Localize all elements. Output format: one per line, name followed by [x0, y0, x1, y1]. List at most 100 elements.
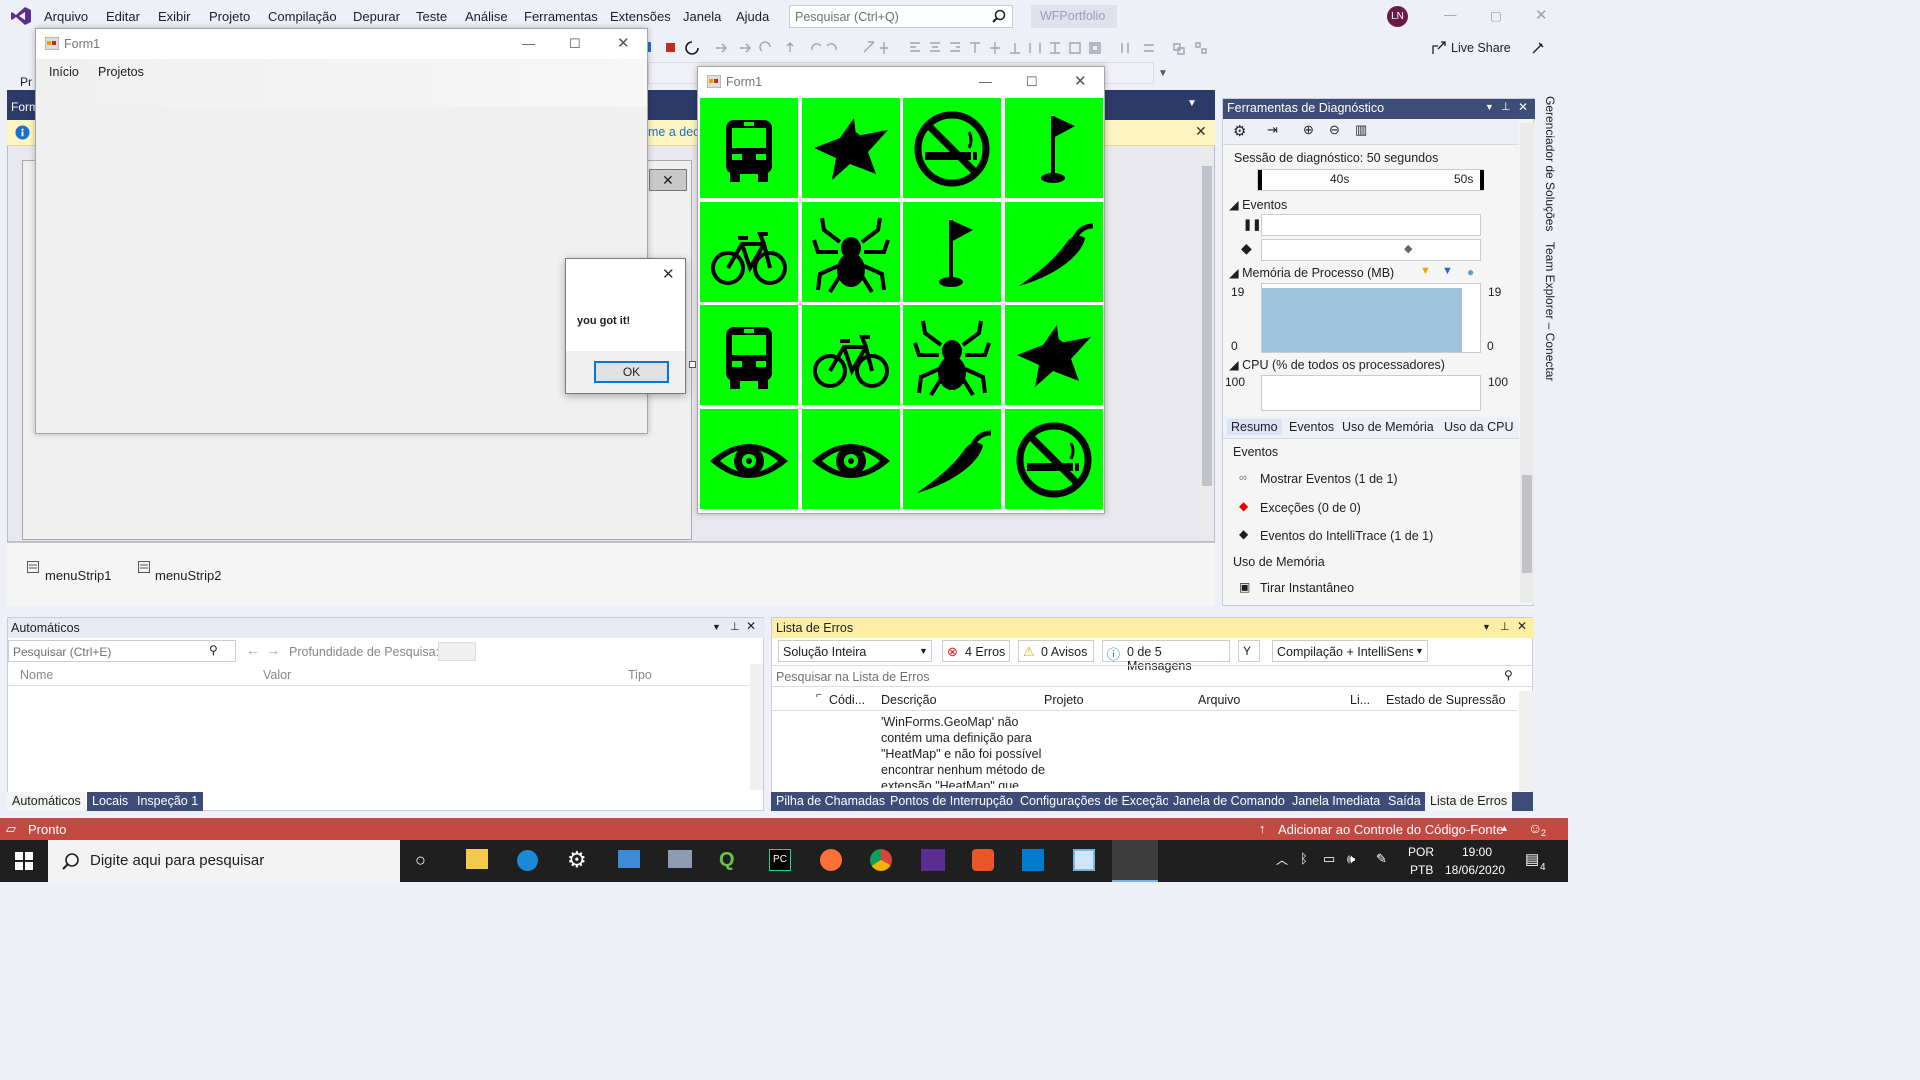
- game-card-3-2[interactable]: [903, 408, 1001, 509]
- menu-teste[interactable]: Teste: [416, 9, 447, 24]
- tray-chevron-icon[interactable]: ︿: [1276, 851, 1288, 868]
- event-marker-icon[interactable]: ◆: [1404, 242, 1412, 255]
- team-explorer-tab[interactable]: Team Explorer – Conectar: [1543, 242, 1557, 381]
- messages-filter-button[interactable]: ⓘ 0 de 5 Mensagens: [1102, 640, 1230, 673]
- memory-section-header[interactable]: ◢ Memória de Processo (MB): [1229, 265, 1394, 280]
- game-card-1-0[interactable]: [700, 201, 798, 302]
- global-search-input[interactable]: Pesquisar (Ctrl+Q): [789, 5, 1013, 28]
- export-icon[interactable]: ⇥: [1267, 122, 1278, 138]
- build-filter-dropdown[interactable]: Compilação + IntelliSens ▼: [1272, 640, 1428, 662]
- game-card-2-1[interactable]: [801, 305, 900, 405]
- game-card-1-1[interactable]: [801, 201, 900, 302]
- game-card-2-3[interactable]: [1004, 305, 1103, 405]
- close-icon[interactable]: ✕: [617, 34, 630, 52]
- game-card-0-1[interactable]: [801, 98, 900, 198]
- events-section-header[interactable]: ◢ Eventos: [1229, 197, 1287, 212]
- overflow-chevron-icon[interactable]: ▼: [1158, 68, 1168, 79]
- tab-lista-erros[interactable]: Lista de Erros: [1425, 792, 1513, 811]
- panel-dropdown-icon[interactable]: ▼: [1482, 622, 1491, 632]
- col-nome[interactable]: Nome: [20, 668, 53, 682]
- tab-uso-memoria[interactable]: Uso de Memória: [1342, 420, 1434, 434]
- errors-filter-button[interactable]: ⊗ 4 Erros: [942, 640, 1010, 662]
- game-card-2-0[interactable]: [700, 305, 798, 405]
- game-card-0-2[interactable]: [903, 98, 1001, 198]
- error-list-scrollbar[interactable]: [1519, 691, 1533, 791]
- chrome-icon[interactable]: [870, 849, 892, 871]
- info-bar-text[interactable]: me a dec: [648, 125, 699, 139]
- intellitrace-events-link[interactable]: Eventos do IntelliTrace (1 de 1): [1260, 529, 1433, 543]
- resize-handle[interactable]: [689, 361, 696, 368]
- panel-close-icon[interactable]: ✕: [746, 619, 756, 633]
- settings-icon[interactable]: ⚙: [1233, 122, 1246, 140]
- firefox-icon[interactable]: [820, 849, 842, 871]
- tab-locais[interactable]: Locais: [87, 792, 134, 811]
- tab-resumo[interactable]: Resumo: [1227, 419, 1282, 435]
- tab-janela-comando[interactable]: Janela de Comando: [1168, 792, 1290, 811]
- col-codigo[interactable]: Códi...: [829, 693, 865, 707]
- tab-eventos[interactable]: Eventos: [1289, 420, 1334, 434]
- source-control-button[interactable]: Adicionar ao Controle do Código-Fonte: [1278, 822, 1503, 837]
- col-linha[interactable]: Li...: [1350, 693, 1370, 707]
- menu-janela[interactable]: Janela: [683, 9, 721, 24]
- autos-search-input[interactable]: Pesquisar (Ctrl+E) ⚲: [8, 640, 236, 662]
- cpu-section-header[interactable]: ◢ CPU (% de todos os processadores): [1229, 357, 1445, 372]
- search-depth-dropdown[interactable]: [438, 642, 476, 661]
- filter-icon[interactable]: Y: [1238, 640, 1260, 662]
- col-valor[interactable]: Valor: [263, 668, 291, 682]
- clock-time[interactable]: 19:00: [1462, 845, 1492, 859]
- task-view-icon[interactable]: ○: [415, 850, 426, 871]
- menu-ferramentas[interactable]: Ferramentas: [524, 9, 598, 24]
- close-icon[interactable]: ✕: [662, 265, 675, 283]
- designer-scroll-thumb[interactable]: [1202, 166, 1212, 486]
- visual-studio-icon[interactable]: [921, 849, 945, 871]
- tab-inspecao[interactable]: Inspeção 1: [132, 792, 204, 811]
- take-snapshot-button[interactable]: Tirar Instantâneo: [1260, 581, 1354, 595]
- menu-projetos[interactable]: Projetos: [98, 65, 144, 79]
- autos-scrollbar[interactable]: [750, 664, 763, 790]
- game-card-1-2[interactable]: [903, 201, 1001, 302]
- tray-item-menustrip2[interactable]: menuStrip2: [155, 568, 221, 583]
- info-bar-close-icon[interactable]: ✕: [1195, 123, 1207, 140]
- panel-dropdown-icon[interactable]: ▼: [712, 622, 721, 632]
- game-card-0-3[interactable]: [1004, 98, 1103, 198]
- game-card-0-0[interactable]: [700, 98, 798, 198]
- col-tipo[interactable]: Tipo: [628, 668, 652, 682]
- game-card-2-2[interactable]: [903, 305, 1001, 405]
- tab-config-excecao[interactable]: Configurações de Exceção: [1015, 792, 1175, 811]
- menu-projeto[interactable]: Projeto: [209, 9, 250, 24]
- qlik-icon[interactable]: Q: [719, 849, 735, 872]
- tab-uso-cpu[interactable]: Uso da CPU: [1444, 420, 1513, 434]
- game-card-3-1[interactable]: [801, 408, 900, 509]
- pen-icon[interactable]: ✎: [1376, 851, 1387, 867]
- warnings-filter-button[interactable]: ⚠ 0 Avisos: [1018, 640, 1094, 662]
- pycharm-icon[interactable]: PC: [769, 849, 791, 871]
- menu-ajuda[interactable]: Ajuda: [736, 9, 769, 24]
- minimize-icon[interactable]: —: [1444, 8, 1457, 22]
- file-explorer-icon[interactable]: [466, 849, 488, 869]
- zoom-out-icon[interactable]: ⊖: [1329, 122, 1340, 138]
- volume-icon[interactable]: 🕪: [1347, 851, 1355, 867]
- menu-exibir[interactable]: Exibir: [158, 9, 191, 24]
- 3d-viewer-icon[interactable]: [1073, 849, 1095, 871]
- diagnostics-scrollbar[interactable]: [1520, 123, 1534, 603]
- battery-icon[interactable]: ▭: [1323, 851, 1335, 867]
- menu-compilacao[interactable]: Compilação: [268, 9, 337, 24]
- pin-icon[interactable]: ⊥: [1500, 620, 1510, 633]
- tab-pontos-interrupcao[interactable]: Pontos de Interrupção: [885, 792, 1018, 811]
- panel-dropdown-icon[interactable]: ▼: [1485, 102, 1494, 112]
- exceptions-link[interactable]: Exceções (0 de 0): [1260, 501, 1361, 515]
- game-card-3-3[interactable]: [1004, 408, 1103, 509]
- solution-explorer-tab[interactable]: Gerenciador de Soluções: [1543, 96, 1557, 231]
- settings-gear-icon[interactable]: ⚙: [567, 847, 587, 873]
- tab-automaticos-active[interactable]: Automáticos: [7, 792, 86, 811]
- col-estado-supressao[interactable]: Estado de Supressão: [1386, 693, 1506, 707]
- designer-scrollbar[interactable]: [1200, 146, 1214, 540]
- error-row-description[interactable]: 'WinForms.GeoMap' não contém uma definiç…: [881, 714, 1045, 788]
- vscode-icon[interactable]: [1022, 849, 1044, 871]
- avatar[interactable]: LN: [1387, 6, 1408, 27]
- error-list-search-input[interactable]: Pesquisar na Lista de Erros ⚲: [772, 665, 1532, 687]
- panel-close-icon[interactable]: ✕: [1517, 619, 1527, 633]
- close-icon[interactable]: ✕: [1535, 6, 1548, 24]
- back-arrow-icon[interactable]: ←: [246, 642, 260, 658]
- menu-editar[interactable]: Editar: [106, 9, 140, 24]
